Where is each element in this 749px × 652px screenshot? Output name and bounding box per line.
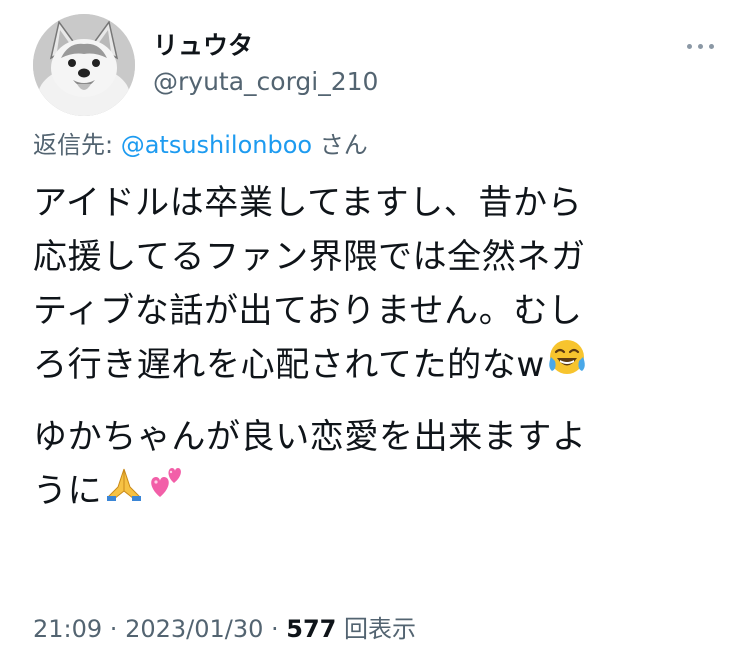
folded-hands-icon xyxy=(104,463,144,519)
avatar[interactable] xyxy=(33,14,135,116)
face-with-tears-of-joy-icon xyxy=(547,337,587,393)
tweet-time[interactable]: 21:09 xyxy=(33,615,102,643)
more-dot-icon xyxy=(708,43,714,49)
tweet-line-with-emoji: うに xyxy=(33,464,723,518)
tweet-line: ティブな話が出ておりません。むし xyxy=(33,291,583,331)
meta-separator: · xyxy=(263,615,287,643)
tweet-line: 応援してるファン界隈では全然ネガ xyxy=(33,237,586,277)
tweet-date[interactable]: 2023/01/30 xyxy=(125,615,263,643)
more-options-button[interactable] xyxy=(678,32,722,60)
user-handle[interactable]: @ryuta_corgi_210 xyxy=(153,66,378,98)
meta-separator: · xyxy=(102,615,126,643)
view-count: 577 xyxy=(286,615,337,643)
reply-mention-link[interactable]: @atsushilonboo xyxy=(121,131,312,159)
replying-to: 返信先: @atsushilonboo さん xyxy=(33,128,368,162)
corgi-avatar-image xyxy=(33,14,135,116)
tweet-line-text: うに xyxy=(33,471,103,511)
tweet-line-text: ろ行き遅れを心配されてた的なw xyxy=(33,345,545,385)
display-name[interactable]: リュウタ xyxy=(153,30,253,62)
tweet-text: アイドルは卒業してますし、昔から 応援してるファン界隈では全然ネガ ティブな話が… xyxy=(33,176,723,518)
tweet-line: アイドルは卒業してますし、昔から xyxy=(33,183,583,223)
more-dot-icon xyxy=(686,43,692,49)
tweet-metadata: 21:09 · 2023/01/30 · 577 回表示 xyxy=(33,612,416,646)
tweet-line-with-emoji: ろ行き遅れを心配されてた的なw xyxy=(33,338,723,392)
more-dot-icon xyxy=(697,43,703,49)
reply-suffix: さん xyxy=(312,131,368,159)
view-count-label: 回表示 xyxy=(336,615,417,643)
two-hearts-icon xyxy=(146,463,186,519)
reply-prefix: 返信先: xyxy=(33,131,121,159)
tweet-line: ゆかちゃんが良い恋愛を出来ますよ xyxy=(33,417,587,457)
